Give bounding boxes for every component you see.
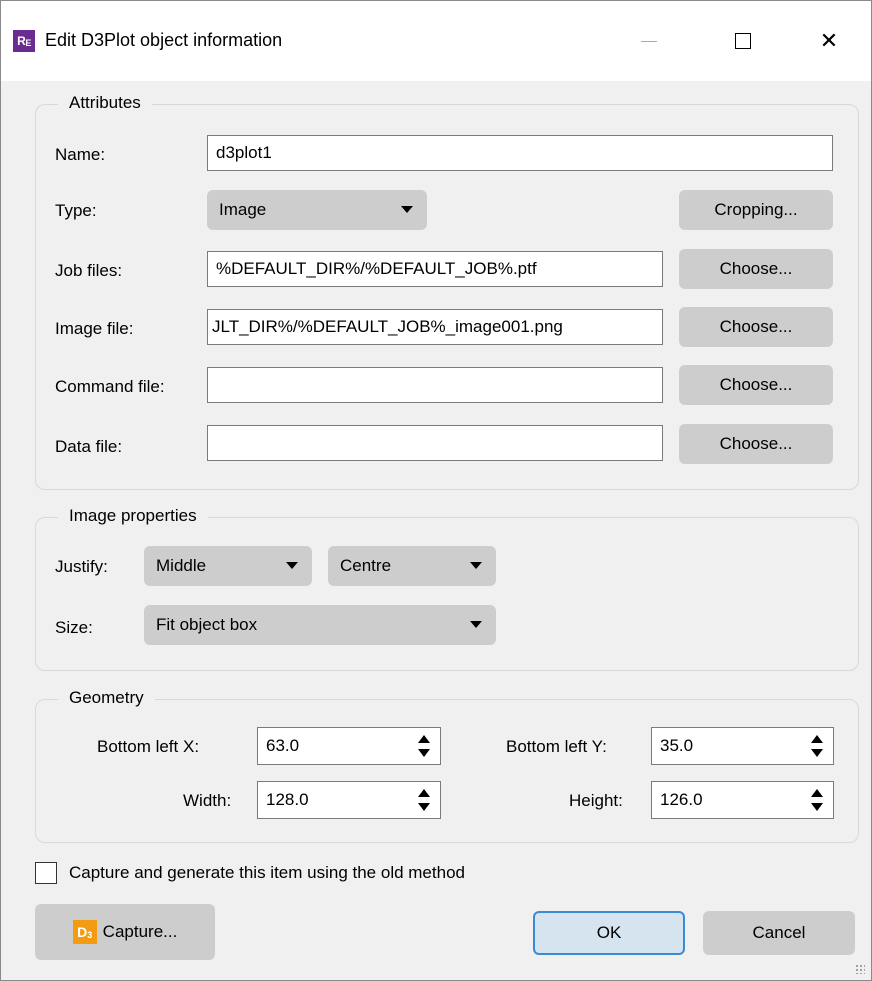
app-icon-letter: R	[17, 34, 26, 48]
spin-buttons[interactable]	[408, 782, 440, 818]
maximize-icon	[735, 33, 751, 49]
image-properties-group: Image properties	[35, 506, 859, 671]
height-label: Height:	[569, 791, 623, 810]
name-field[interactable]: d3plot1	[207, 135, 833, 171]
cropping-button[interactable]: Cropping...	[679, 190, 833, 230]
justify-horizontal-value: Centre	[340, 556, 392, 575]
justify-horizontal-dropdown[interactable]: Centre	[328, 546, 496, 586]
command-file-choose-button[interactable]: Choose...	[679, 365, 833, 405]
size-label: Size:	[55, 618, 93, 637]
bottom-left-x-value: 63.0	[266, 736, 300, 755]
command-file-label: Command file:	[55, 377, 165, 396]
spin-buttons[interactable]	[801, 782, 833, 818]
spin-buttons[interactable]	[801, 728, 833, 764]
chevron-down-icon	[470, 621, 482, 628]
spin-up-icon[interactable]	[418, 789, 430, 797]
job-files-label: Job files:	[55, 261, 123, 280]
ok-button[interactable]: OK	[533, 911, 685, 955]
data-file-field[interactable]	[207, 425, 663, 461]
bottom-left-x-spinbox[interactable]: 63.0	[257, 727, 441, 765]
resize-grip-icon[interactable]	[855, 964, 865, 974]
spin-buttons[interactable]	[408, 728, 440, 764]
app-icon-sub: E	[25, 37, 31, 48]
spin-down-icon[interactable]	[811, 749, 823, 757]
capture-button-label: Capture...	[102, 922, 178, 941]
image-file-field[interactable]: JLT_DIR%/%DEFAULT_JOB%_image001.png	[207, 309, 663, 345]
job-files-choose-button[interactable]: Choose...	[679, 249, 833, 289]
justify-label: Justify:	[55, 557, 108, 576]
height-value: 126.0	[660, 790, 703, 809]
cancel-button[interactable]: Cancel	[703, 911, 855, 955]
height-spinbox[interactable]: 126.0	[651, 781, 834, 819]
minimize-icon	[641, 40, 657, 42]
bottom-left-y-label: Bottom left Y:	[506, 737, 607, 756]
width-label: Width:	[183, 791, 232, 810]
size-dropdown-value: Fit object box	[156, 615, 258, 634]
image-properties-group-title: Image properties	[58, 506, 208, 526]
job-files-field[interactable]: %DEFAULT_DIR%/%DEFAULT_JOB%.ptf	[207, 251, 663, 287]
width-value: 128.0	[266, 790, 309, 809]
chevron-down-icon	[470, 562, 482, 569]
name-label: Name:	[55, 145, 106, 164]
window-title: Edit D3Plot object information	[45, 30, 283, 50]
spin-up-icon[interactable]	[811, 789, 823, 797]
geometry-group-title: Geometry	[58, 688, 155, 708]
old-method-checkbox[interactable]	[35, 862, 57, 884]
d3-icon: D3	[72, 920, 97, 944]
type-label: Type:	[55, 201, 97, 220]
image-file-choose-button[interactable]: Choose...	[679, 307, 833, 347]
data-file-label: Data file:	[55, 437, 123, 456]
close-button[interactable]: ✕	[799, 21, 859, 61]
minimize-button[interactable]	[619, 21, 679, 61]
data-file-choose-button[interactable]: Choose...	[679, 424, 833, 464]
justify-vertical-value: Middle	[156, 556, 207, 575]
command-file-field[interactable]	[207, 367, 663, 403]
justify-vertical-dropdown[interactable]: Middle	[144, 546, 312, 586]
dialog-window: RE Edit D3Plot object information ✕ Attr…	[0, 0, 872, 981]
capture-button[interactable]: D3 Capture...	[35, 904, 215, 960]
d3-icon-letter: D	[77, 924, 88, 940]
chevron-down-icon	[286, 562, 298, 569]
type-dropdown[interactable]: Image	[207, 190, 427, 230]
close-icon: ✕	[819, 28, 839, 53]
bottom-left-y-value: 35.0	[660, 736, 694, 755]
spin-up-icon[interactable]	[418, 735, 430, 743]
size-dropdown[interactable]: Fit object box	[144, 605, 496, 645]
title-bar[interactable]: RE Edit D3Plot object information ✕	[1, 1, 871, 81]
type-dropdown-value: Image	[219, 200, 267, 219]
maximize-button[interactable]	[713, 21, 773, 61]
width-spinbox[interactable]: 128.0	[257, 781, 441, 819]
spin-down-icon[interactable]	[418, 749, 430, 757]
old-method-label[interactable]: Capture and generate this item using the…	[69, 863, 465, 883]
image-file-label: Image file:	[55, 319, 134, 338]
d3-icon-sub: 3	[87, 930, 93, 940]
app-icon: RE	[13, 30, 35, 52]
bottom-left-x-label: Bottom left X:	[97, 737, 200, 756]
spin-down-icon[interactable]	[811, 803, 823, 811]
bottom-left-y-spinbox[interactable]: 35.0	[651, 727, 834, 765]
geometry-group: Geometry	[35, 688, 859, 843]
spin-up-icon[interactable]	[811, 735, 823, 743]
chevron-down-icon	[401, 206, 413, 213]
spin-down-icon[interactable]	[418, 803, 430, 811]
attributes-group-title: Attributes	[58, 93, 152, 113]
